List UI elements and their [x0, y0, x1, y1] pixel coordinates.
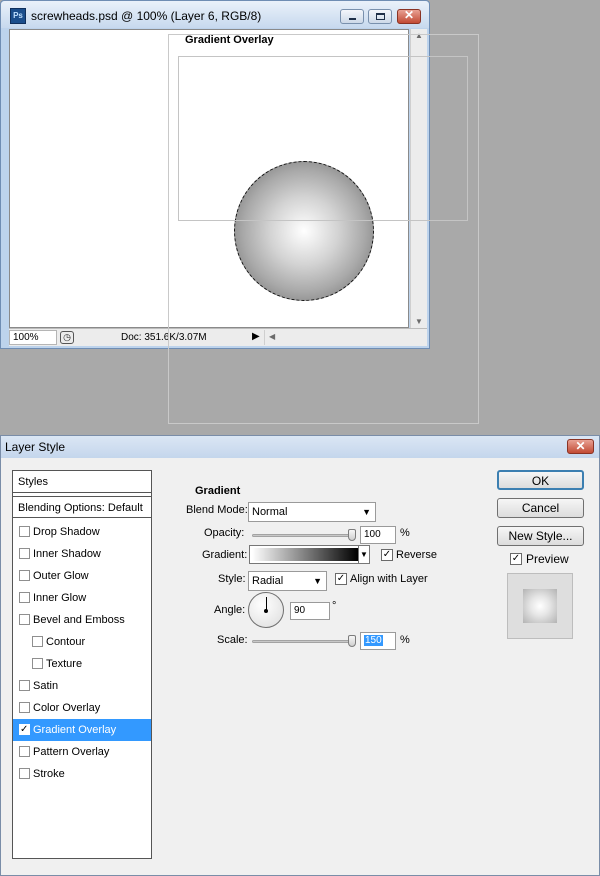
style-item-pattern-overlay[interactable]: Pattern Overlay [13, 741, 151, 763]
dialog-titlebar[interactable]: Layer Style ✕ [1, 436, 599, 458]
check-icon: ✓ [382, 549, 392, 560]
ok-button[interactable]: OK [497, 470, 584, 490]
angle-input[interactable]: 90 [290, 602, 330, 620]
style-item-contour[interactable]: Contour [13, 631, 151, 653]
opacity-slider-thumb[interactable] [348, 529, 356, 541]
style-checkbox[interactable] [19, 680, 30, 691]
minimize-icon [349, 18, 356, 20]
style-item-inner-glow[interactable]: Inner Glow [13, 587, 151, 609]
style-item-bevel-and-emboss[interactable]: Bevel and Emboss [13, 609, 151, 631]
reverse-checkbox[interactable]: ✓ [381, 549, 393, 561]
opacity-unit: % [400, 527, 410, 539]
scale-slider-thumb[interactable] [348, 635, 356, 647]
close-icon: ✕ [575, 439, 586, 453]
style-item-label: Drop Shadow [33, 526, 100, 538]
minimize-button[interactable] [340, 9, 364, 24]
preview-checkbox[interactable]: ✓ [510, 553, 522, 565]
style-item-label: Satin [33, 680, 59, 692]
opacity-label: Opacity: [204, 527, 245, 539]
style-item-label: Inner Shadow [33, 548, 101, 560]
status-info-icon[interactable]: ◷ [60, 331, 74, 344]
blend-mode-select[interactable]: Normal ▼ [248, 502, 376, 522]
style-item-drop-shadow[interactable]: Drop Shadow [13, 521, 151, 543]
photoshop-icon: Ps [10, 8, 26, 24]
style-item-label: Contour [46, 636, 86, 648]
angle-dial[interactable] [248, 592, 284, 628]
scale-slider-track[interactable] [252, 640, 352, 643]
new-style-button[interactable]: New Style... [497, 526, 584, 546]
style-label: Style: [218, 573, 246, 585]
angle-label: Angle: [214, 604, 246, 616]
gradient-group [178, 56, 468, 221]
scale-label: Scale: [217, 634, 248, 646]
style-item-label: Texture [46, 658, 83, 670]
preview-swatch [523, 589, 557, 623]
reverse-label: Reverse [396, 549, 437, 561]
dialog-close-button[interactable]: ✕ [567, 439, 594, 454]
preview-label: Preview [526, 552, 569, 566]
style-checkbox[interactable] [19, 719, 30, 741]
style-checkbox[interactable] [19, 614, 30, 625]
style-item-texture[interactable]: Texture [13, 653, 151, 675]
cancel-button[interactable]: Cancel [497, 498, 584, 518]
align-with-layer-checkbox[interactable]: ✓ [335, 573, 347, 585]
align-with-layer-label: Align with Layer [350, 573, 428, 585]
style-item-color-overlay[interactable]: Color Overlay [13, 697, 151, 719]
section-title: Gradient Overlay [185, 34, 274, 46]
styles-header[interactable]: Styles [13, 471, 151, 493]
style-checkbox[interactable] [19, 570, 30, 581]
style-checkbox[interactable] [32, 658, 43, 669]
maximize-button[interactable] [368, 9, 392, 24]
check-icon: ✓ [336, 573, 346, 584]
style-item-label: Pattern Overlay [33, 746, 110, 758]
opacity-input[interactable]: 100 [360, 526, 396, 544]
style-item-inner-shadow[interactable]: Inner Shadow [13, 543, 151, 565]
style-item-label: Stroke [33, 768, 65, 780]
style-item-satin[interactable]: Satin [13, 675, 151, 697]
style-item-label: Gradient Overlay [33, 724, 117, 736]
document-title: screwheads.psd @ 100% (Layer 6, RGB/8) [31, 9, 262, 23]
gradient-picker[interactable]: ▼ [249, 545, 370, 564]
dialog-title: Layer Style [5, 440, 66, 454]
style-item-outer-glow[interactable]: Outer Glow [13, 565, 151, 587]
style-value: Radial [252, 575, 284, 587]
scale-value: 150 [364, 635, 383, 646]
blending-options-item[interactable]: Blending Options: Default [13, 496, 151, 518]
zoom-field[interactable]: 100% [9, 330, 57, 345]
chevron-down-icon[interactable]: ▼ [358, 546, 369, 563]
group-legend: Gradient [193, 485, 243, 497]
chevron-down-icon: ▼ [313, 576, 322, 586]
preview-thumbnail [507, 573, 573, 639]
close-icon: ✕ [403, 8, 415, 22]
style-checkbox[interactable] [19, 526, 30, 537]
style-item-label: Inner Glow [33, 592, 87, 604]
style-item-stroke[interactable]: Stroke [13, 763, 151, 785]
styles-list: Styles Blending Options: Default Drop Sh… [12, 470, 152, 859]
style-item-label: Color Overlay [33, 702, 101, 714]
blend-mode-label: Blend Mode: [186, 504, 248, 516]
blend-mode-value: Normal [252, 506, 288, 518]
scale-unit: % [400, 634, 410, 646]
style-item-label: Outer Glow [33, 570, 89, 582]
close-button[interactable]: ✕ [397, 8, 421, 24]
style-select[interactable]: Radial ▼ [248, 571, 327, 591]
gradient-label: Gradient: [202, 549, 248, 561]
angle-center-dot [264, 609, 268, 613]
angle-unit: ° [332, 600, 337, 612]
style-checkbox[interactable] [19, 768, 30, 779]
style-checkbox[interactable] [19, 702, 30, 713]
document-titlebar[interactable]: Ps screwheads.psd @ 100% (Layer 6, RGB/8… [1, 1, 429, 28]
scale-input[interactable]: 150 [360, 632, 396, 650]
style-checkbox[interactable] [19, 548, 30, 559]
maximize-icon [376, 13, 385, 20]
style-checkbox[interactable] [32, 636, 43, 647]
style-checkbox[interactable] [19, 746, 30, 757]
style-checkbox[interactable] [19, 592, 30, 603]
opacity-slider-track[interactable] [252, 534, 352, 537]
style-item-gradient-overlay[interactable]: Gradient Overlay [13, 719, 151, 741]
chevron-down-icon: ▼ [362, 507, 371, 517]
style-item-label: Bevel and Emboss [33, 614, 125, 626]
check-icon: ✓ [511, 553, 521, 564]
gradient-preview[interactable] [252, 548, 358, 561]
